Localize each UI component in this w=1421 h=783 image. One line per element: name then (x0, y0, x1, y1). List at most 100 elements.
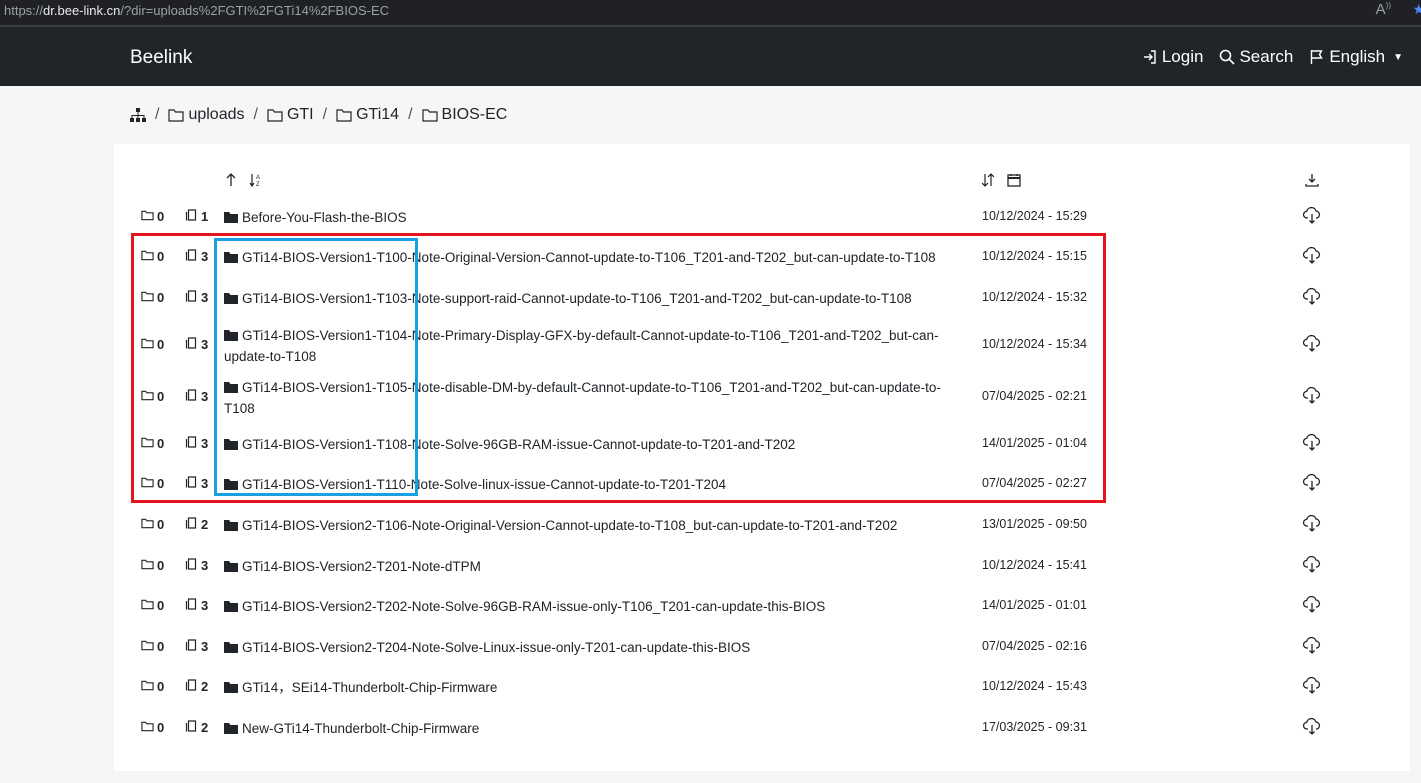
cloud-download-icon[interactable] (1302, 334, 1321, 352)
file-copy-icon (185, 720, 198, 735)
folder-icon (336, 109, 352, 122)
folder-count: 0 (141, 720, 164, 735)
login-link[interactable]: Login (1142, 47, 1204, 67)
breadcrumb-separator: / (155, 106, 160, 123)
cloud-download-icon[interactable] (1302, 595, 1321, 613)
modified-date: 10/12/2024 - 15:43 (982, 679, 1087, 693)
breadcrumb-uploads[interactable]: uploads (168, 106, 245, 124)
brand-logo[interactable]: Beelink (130, 47, 192, 69)
modified-date: 07/04/2025 - 02:16 (982, 639, 1087, 653)
file-count: 1 (185, 209, 208, 224)
breadcrumb-gti14[interactable]: GTi14 (336, 106, 399, 124)
folder-icon (224, 559, 242, 574)
file-count: 2 (185, 679, 208, 694)
breadcrumb-gti[interactable]: GTI (267, 106, 314, 124)
address-bar[interactable]: https://dr.bee-link.cn/?dir=uploads%2FGT… (0, 0, 1421, 25)
file-count: 2 (185, 720, 208, 735)
language-dropdown[interactable]: English ▼ (1309, 47, 1403, 67)
modified-date: 17/03/2025 - 09:31 (982, 720, 1087, 734)
star-icon[interactable]: ★ (1412, 1, 1421, 18)
modified-date: 10/12/2024 - 15:41 (982, 558, 1087, 572)
file-copy-icon (185, 598, 198, 613)
modified-date: 13/01/2025 - 09:50 (982, 517, 1087, 531)
folder-icon (224, 518, 242, 533)
folder-count: 0 (141, 598, 164, 613)
breadcrumb-separator: / (408, 106, 413, 123)
folder-name-link[interactable]: GTi14-BIOS-Version2-T204-Note-Solve-Linu… (224, 637, 976, 658)
cloud-download-icon[interactable] (1302, 636, 1321, 654)
folder-outline-icon (141, 209, 154, 224)
modified-date: 10/12/2024 - 15:29 (982, 209, 1087, 223)
search-link[interactable]: Search (1219, 47, 1293, 67)
breadcrumb-separator: / (322, 106, 328, 123)
folder-count: 0 (141, 209, 164, 224)
cloud-download-icon[interactable] (1302, 206, 1321, 224)
cloud-download-icon[interactable] (1302, 473, 1321, 491)
cloud-download-icon[interactable] (1302, 676, 1321, 694)
cloud-download-icon[interactable] (1302, 287, 1321, 305)
flag-icon (1311, 50, 1324, 64)
modified-date: 14/01/2025 - 01:01 (982, 598, 1087, 612)
breadcrumb: / uploads / GTI / GTi14 / BIOS-EC (130, 106, 507, 124)
file-copy-icon (185, 209, 198, 224)
cloud-download-icon[interactable] (1302, 386, 1321, 404)
folder-outline-icon (141, 679, 154, 694)
file-count: 2 (185, 517, 208, 532)
file-count: 3 (185, 598, 208, 613)
folder-icon (224, 210, 242, 225)
folder-name-link[interactable]: GTi14，SEi14-Thunderbolt-Chip-Firmware (224, 677, 976, 698)
file-copy-icon (185, 679, 198, 694)
folder-icon (224, 640, 242, 655)
language-label: English (1329, 47, 1386, 66)
folder-name-link[interactable]: GTi14-BIOS-Version2-T202-Note-Solve-96GB… (224, 596, 976, 617)
highlight-blue-box (214, 238, 418, 496)
file-count: 3 (185, 558, 208, 573)
folder-icon (224, 680, 242, 695)
read-aloud-icon[interactable]: A)) (1376, 1, 1391, 18)
breadcrumb-separator: / (253, 106, 258, 123)
folder-name-link[interactable]: New-GTi14-Thunderbolt-Chip-Firmware (224, 718, 976, 739)
download-header-icon[interactable] (1305, 173, 1319, 190)
folder-outline-icon (141, 639, 154, 654)
svg-text:A: A (256, 175, 260, 181)
cloud-download-icon[interactable] (1302, 514, 1321, 532)
url-text[interactable]: https://dr.bee-link.cn/?dir=uploads%2FGT… (4, 3, 389, 18)
sitemap-icon[interactable] (130, 108, 146, 122)
file-count: 3 (185, 639, 208, 654)
file-copy-icon (185, 517, 198, 532)
sort-alpha-icon[interactable]: AZ (249, 173, 263, 190)
folder-name-link[interactable]: GTi14-BIOS-Version2-T106-Note-Original-V… (224, 515, 976, 536)
folder-icon (224, 599, 242, 614)
cloud-download-icon[interactable] (1302, 433, 1321, 451)
login-icon (1143, 50, 1156, 64)
sort-ascending-icon[interactable] (224, 173, 238, 190)
file-copy-icon (185, 639, 198, 654)
svg-text:Z: Z (256, 182, 260, 187)
navbar: Beelink Login Search English ▼ (0, 25, 1421, 86)
folder-icon (224, 721, 242, 736)
breadcrumb-bios-ec[interactable]: BIOS-EC (421, 106, 507, 124)
calendar-icon[interactable] (1007, 173, 1021, 190)
cloud-download-icon[interactable] (1302, 246, 1321, 264)
cloud-download-icon[interactable] (1302, 717, 1321, 735)
cloud-download-icon[interactable] (1302, 555, 1321, 573)
file-copy-icon (185, 558, 198, 573)
folder-outline-icon (141, 720, 154, 735)
folder-count: 0 (141, 558, 164, 573)
sort-date-icon[interactable] (981, 173, 995, 190)
folder-outline-icon (141, 558, 154, 573)
folder-name-link[interactable]: GTi14-BIOS-Version2-T201-Note-dTPM (224, 556, 976, 577)
search-icon (1220, 49, 1236, 65)
folder-count: 0 (141, 679, 164, 694)
chevron-down-icon: ▼ (1393, 51, 1403, 63)
folder-name-link[interactable]: Before-You-Flash-the-BIOS (224, 207, 976, 228)
folder-outline-icon (141, 517, 154, 532)
folder-icon (168, 109, 185, 122)
folder-icon (267, 109, 283, 122)
folder-icon (421, 109, 438, 122)
folder-count: 0 (141, 639, 164, 654)
folder-outline-icon (141, 598, 154, 613)
folder-count: 0 (141, 517, 164, 532)
search-label: Search (1239, 47, 1294, 66)
login-label: Login (1161, 47, 1204, 66)
